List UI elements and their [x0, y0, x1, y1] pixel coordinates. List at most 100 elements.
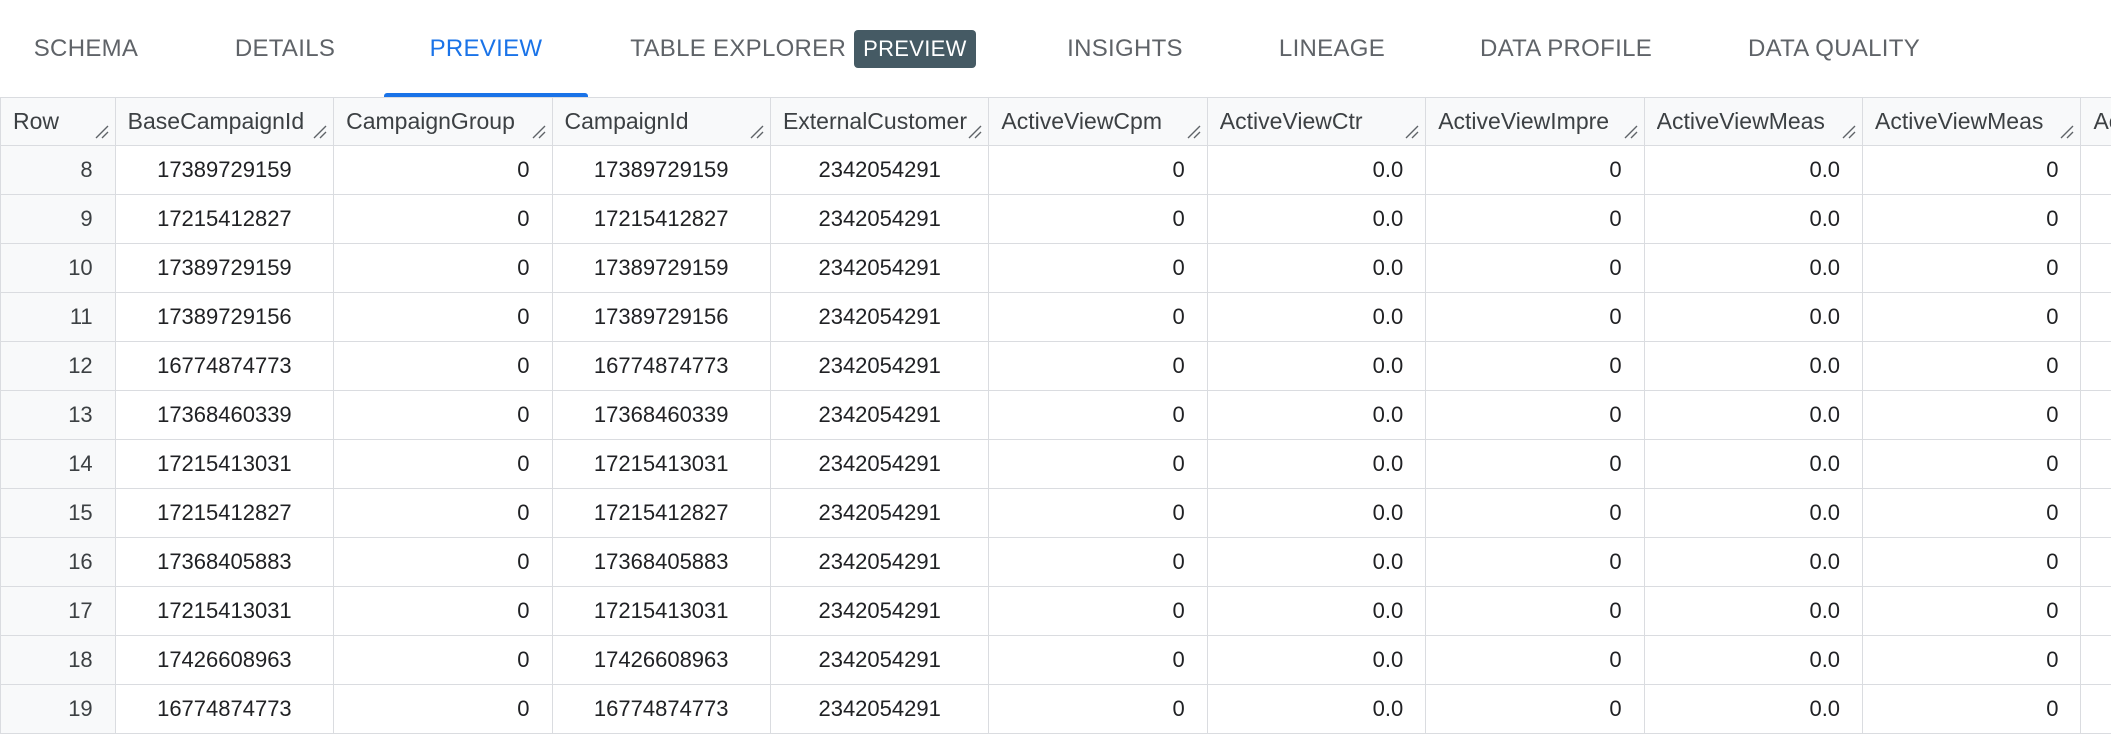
table-cell[interactable]: 17215412827 [551, 488, 771, 538]
table-cell[interactable]: 2342054291 [769, 341, 990, 391]
table-cell[interactable]: 17389729156 [114, 292, 335, 342]
tab-table-explorer[interactable]: TABLE EXPLORER PREVIEW [628, 0, 978, 97]
table-cell[interactable]: 17368460339 [114, 390, 335, 440]
table-cell[interactable]: 0 [2080, 145, 2111, 195]
tab-insights[interactable]: INSIGHTS [1050, 0, 1200, 97]
table-cell[interactable]: 0 [1862, 390, 2082, 440]
table-cell[interactable]: 0 [2080, 439, 2111, 489]
table-cell[interactable]: 17426608963 [114, 635, 335, 685]
table-cell[interactable]: 0.0 [1643, 439, 1864, 489]
table-cell[interactable]: 17389729156 [551, 292, 771, 342]
row-number-cell[interactable]: 18 [0, 635, 116, 685]
column-header[interactable]: CampaignId [551, 97, 771, 146]
tab-details[interactable]: DETAILS [210, 0, 360, 97]
table-row[interactable]: 16 17368405883 0 17368405883 2342054291 0 0.0 0… [0, 537, 2111, 587]
table-cell[interactable]: 0 [333, 684, 553, 734]
table-cell[interactable]: 0 [988, 341, 1208, 391]
table-cell[interactable]: 0.0 [1206, 243, 1427, 293]
table-cell[interactable]: 0.0 [1643, 145, 1864, 195]
table-cell[interactable]: 0.0 [1206, 145, 1427, 195]
table-row[interactable]: 14 17215413031 0 17215413031 2342054291 0 0.0 0… [0, 439, 2111, 489]
table-cell[interactable]: 0 [333, 390, 553, 440]
table-cell[interactable]: 17368405883 [114, 537, 335, 587]
table-cell[interactable]: 17389729159 [114, 145, 335, 195]
table-cell[interactable]: 17215412827 [551, 194, 771, 244]
column-header[interactable]: ActiveViewMeas [2080, 97, 2111, 146]
table-cell[interactable]: 0 [2080, 635, 2111, 685]
table-cell[interactable]: 0.0 [1206, 488, 1427, 538]
column-resize-icon[interactable] [1187, 125, 1201, 139]
table-cell[interactable]: 0 [1425, 145, 1645, 195]
table-cell[interactable]: 0 [333, 194, 553, 244]
table-cell[interactable]: 0 [1862, 537, 2082, 587]
table-cell[interactable]: 0 [1862, 292, 2082, 342]
table-cell[interactable]: 2342054291 [769, 684, 990, 734]
tab-preview[interactable]: PREVIEW [384, 0, 588, 97]
table-row[interactable]: 11 17389729156 0 17389729156 2342054291 0 0.0 0… [0, 292, 2111, 342]
row-number-cell[interactable]: 9 [0, 194, 116, 244]
table-cell[interactable]: 0 [333, 145, 553, 195]
table-cell[interactable]: 0 [988, 684, 1208, 734]
table-cell[interactable]: 17389729159 [114, 243, 335, 293]
table-row[interactable]: 18 17426608963 0 17426608963 2342054291 0 0.0 0… [0, 635, 2111, 685]
table-cell[interactable]: 0 [333, 439, 553, 489]
table-cell[interactable]: 0 [2080, 684, 2111, 734]
column-resize-icon[interactable] [1624, 125, 1638, 139]
row-number-cell[interactable]: 15 [0, 488, 116, 538]
column-header[interactable]: ExternalCustomer [769, 97, 990, 146]
table-row[interactable]: 12 16774874773 0 16774874773 2342054291 0 0.0 0… [0, 341, 2111, 391]
column-header[interactable]: ActiveViewMeas [1862, 97, 2082, 146]
column-resize-icon[interactable] [2060, 125, 2074, 139]
table-cell[interactable]: 2342054291 [769, 488, 990, 538]
table-cell[interactable]: 0 [1862, 145, 2082, 195]
table-cell[interactable]: 2342054291 [769, 635, 990, 685]
table-cell[interactable]: 0 [333, 586, 553, 636]
row-number-cell[interactable]: 16 [0, 537, 116, 587]
table-cell[interactable]: 17215413031 [551, 439, 771, 489]
column-resize-icon[interactable] [750, 125, 764, 139]
table-cell[interactable]: 0 [988, 488, 1208, 538]
table-cell[interactable]: 0 [988, 194, 1208, 244]
table-cell[interactable]: 0 [1862, 488, 2082, 538]
table-cell[interactable]: 0.0 [1206, 586, 1427, 636]
table-cell[interactable]: 0 [1425, 390, 1645, 440]
table-cell[interactable]: 0 [1425, 635, 1645, 685]
table-cell[interactable]: 0 [333, 537, 553, 587]
table-cell[interactable]: 0 [988, 537, 1208, 587]
table-cell[interactable]: 0 [1425, 586, 1645, 636]
table-cell[interactable]: 17215412827 [114, 488, 335, 538]
table-cell[interactable]: 17215413031 [114, 439, 335, 489]
column-header[interactable]: ActiveViewImpre [1425, 97, 1645, 146]
row-number-cell[interactable]: 11 [0, 292, 116, 342]
table-cell[interactable]: 0.0 [1206, 341, 1427, 391]
column-header[interactable]: ActiveViewMeas [1643, 97, 1864, 146]
column-header[interactable]: BaseCampaignId [114, 97, 335, 146]
table-cell[interactable]: 2342054291 [769, 243, 990, 293]
table-cell[interactable]: 0.0 [1643, 537, 1864, 587]
row-number-cell[interactable]: 8 [0, 145, 116, 195]
column-resize-icon[interactable] [1405, 125, 1419, 139]
table-cell[interactable]: 0 [2080, 390, 2111, 440]
table-cell[interactable]: 0.0 [1206, 537, 1427, 587]
table-cell[interactable]: 17426608963 [551, 635, 771, 685]
table-cell[interactable]: 0.0 [1643, 488, 1864, 538]
row-number-cell[interactable]: 12 [0, 341, 116, 391]
table-cell[interactable]: 0 [988, 439, 1208, 489]
column-resize-icon[interactable] [313, 125, 327, 139]
table-cell[interactable]: 17215413031 [551, 586, 771, 636]
table-cell[interactable]: 0 [988, 243, 1208, 293]
table-cell[interactable]: 0 [1425, 243, 1645, 293]
table-row[interactable]: 17 17215413031 0 17215413031 2342054291 0 0.0 0… [0, 586, 2111, 636]
table-row[interactable]: 15 17215412827 0 17215412827 2342054291 0 0.0 0… [0, 488, 2111, 538]
table-cell[interactable]: 0 [1425, 537, 1645, 587]
table-cell[interactable]: 0.0 [1206, 194, 1427, 244]
row-number-cell[interactable]: 13 [0, 390, 116, 440]
column-resize-icon[interactable] [532, 125, 546, 139]
table-cell[interactable]: 0 [1425, 194, 1645, 244]
table-cell[interactable]: 0 [333, 635, 553, 685]
table-cell[interactable]: 0 [1862, 586, 2082, 636]
table-cell[interactable]: 2342054291 [769, 145, 990, 195]
table-cell[interactable]: 0 [333, 488, 553, 538]
table-cell[interactable]: 0 [333, 243, 553, 293]
column-resize-icon[interactable] [968, 125, 982, 139]
